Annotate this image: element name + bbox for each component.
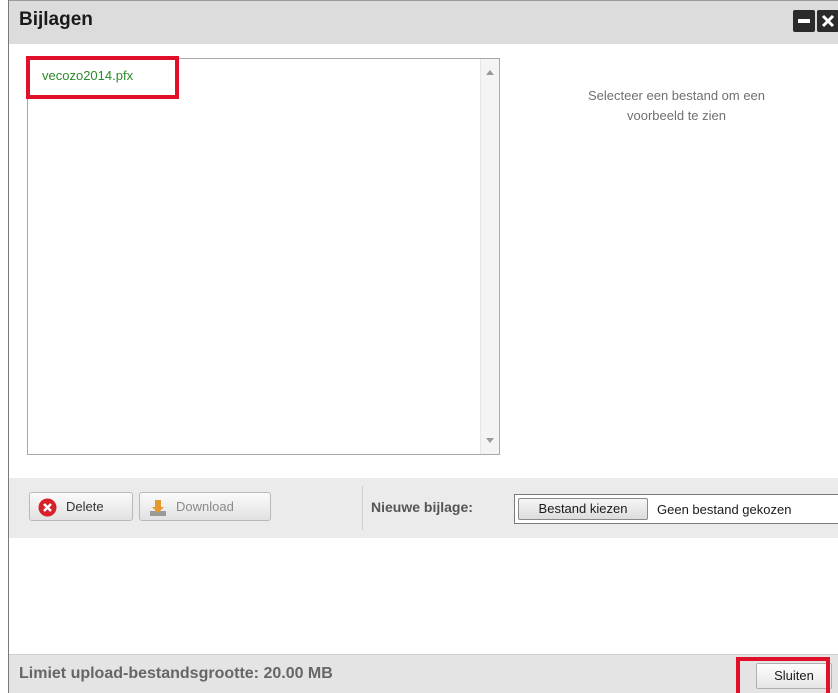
download-button[interactable]: Download: [139, 492, 271, 521]
delete-label: Delete: [66, 499, 104, 514]
no-file-chosen-text: Geen bestand gekozen: [657, 502, 792, 517]
minimize-icon[interactable]: [793, 10, 815, 32]
download-icon: [148, 498, 168, 521]
preview-message-line2: voorbeeld te zien: [626, 108, 726, 123]
attachment-list[interactable]: vecozo2014.pfx: [27, 58, 500, 455]
dialog-footer: Limiet upload-bestandsgrootte: 20.00 MB …: [9, 654, 838, 693]
list-item-file[interactable]: vecozo2014.pfx: [42, 68, 133, 83]
attachment-toolbar: Delete Download Nieuwe bijlage: Bestand …: [9, 478, 838, 538]
preview-message-line1: Selecteer een bestand om een: [587, 88, 766, 103]
file-upload-input[interactable]: Bestand kiezen Geen bestand gekozen: [514, 494, 838, 524]
toolbar-divider: [362, 486, 363, 530]
choose-file-button[interactable]: Bestand kiezen: [518, 498, 648, 520]
preview-placeholder: Selecteer een bestand om een voorbeeld t…: [554, 86, 799, 126]
delete-button[interactable]: Delete: [29, 492, 133, 521]
close-icon[interactable]: [817, 10, 838, 32]
attachments-dialog: Bijlagen vecozo2014.pfx Selecteer een be…: [8, 0, 838, 693]
scroll-up-arrow-icon[interactable]: [486, 70, 494, 75]
new-attachment-label: Nieuwe bijlage:: [371, 499, 473, 515]
upload-limit-text: Limiet upload-bestandsgrootte: 20.00 MB: [19, 665, 333, 682]
delete-icon: [38, 498, 57, 520]
list-scrollbar[interactable]: [480, 59, 499, 454]
download-label: Download: [176, 499, 234, 514]
dialog-titlebar: Bijlagen: [9, 0, 838, 44]
close-button[interactable]: Sluiten: [756, 663, 832, 689]
dialog-title: Bijlagen: [19, 9, 93, 30]
scroll-down-arrow-icon[interactable]: [486, 438, 494, 443]
